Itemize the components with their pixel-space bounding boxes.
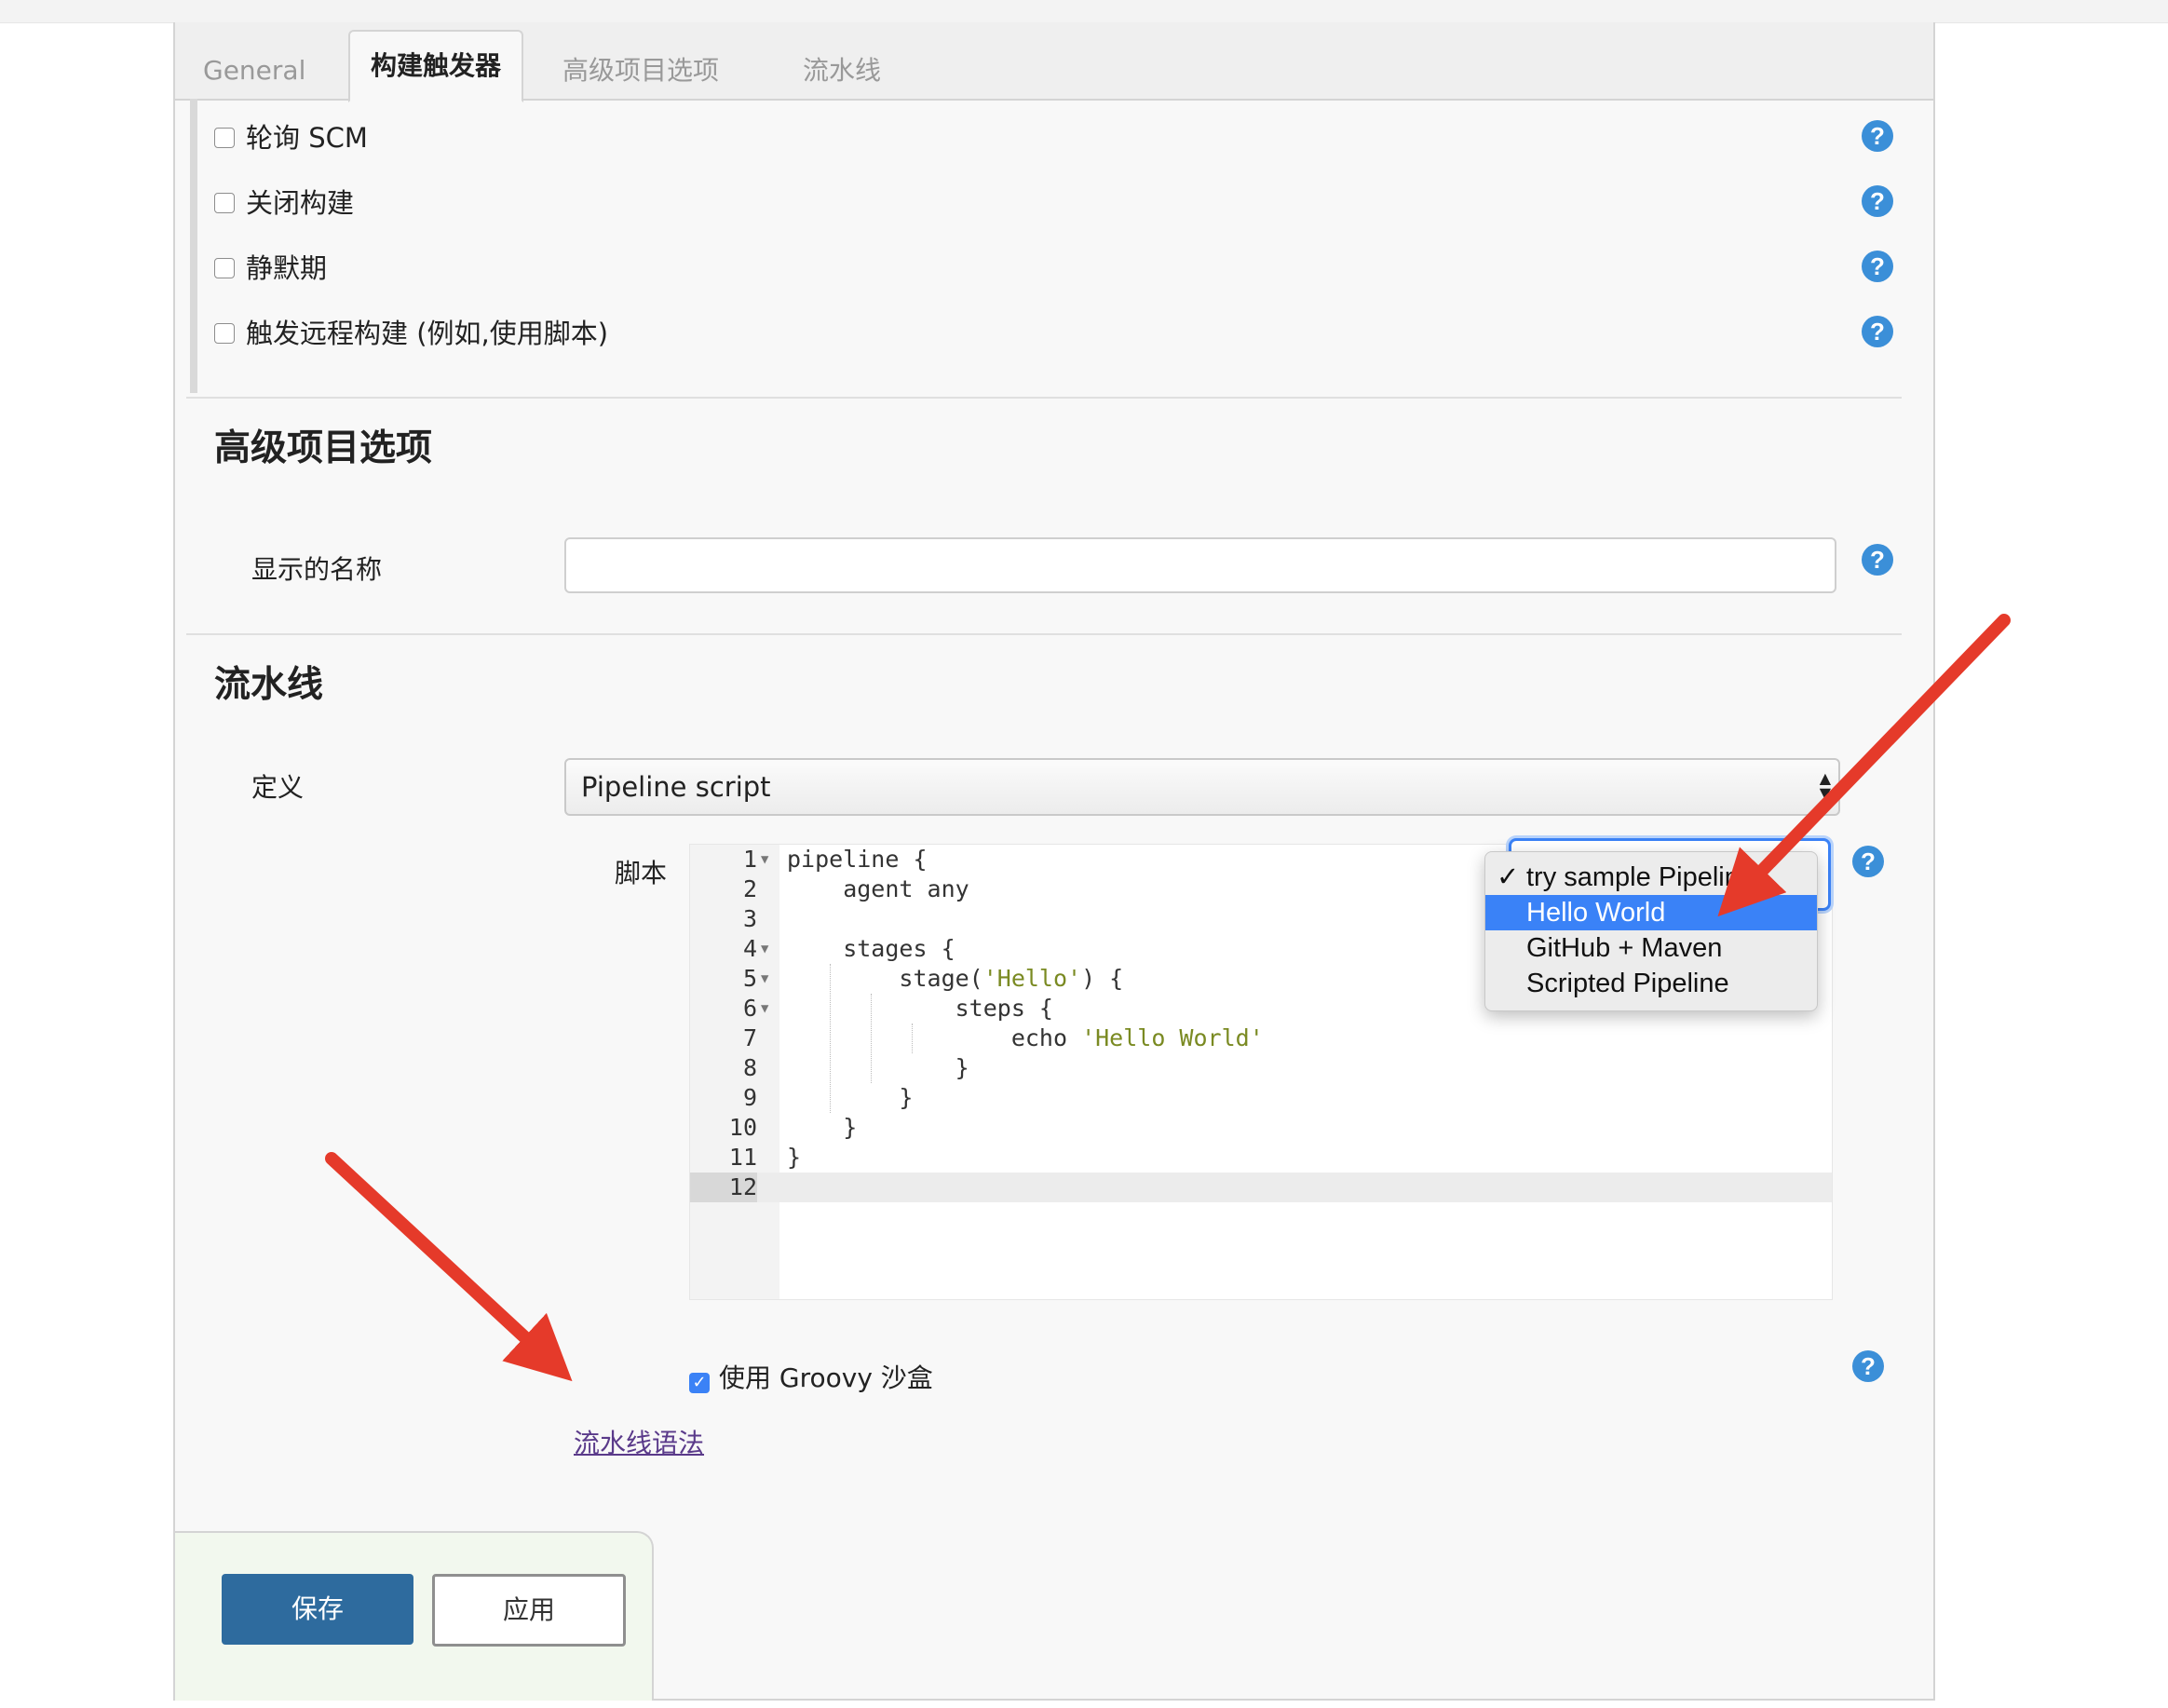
trigger-poll-scm[interactable]: 轮询 SCM [214,119,368,156]
checkbox[interactable] [214,128,235,148]
checkbox-checked-icon[interactable]: ✓ [689,1373,710,1393]
code-line: 8 } [690,1053,1832,1083]
line-number: 8 [742,1054,757,1081]
help-icon[interactable]: ? [1852,846,1884,877]
fold-toggle-icon[interactable]: ▼ [761,934,768,964]
fold-toggle-icon[interactable]: ▼ [761,964,768,994]
apply-button[interactable]: 应用 [432,1574,626,1647]
line-number: 7 [742,1024,757,1051]
trigger-quiet-period[interactable]: 静默期 [214,250,327,287]
line-number: 1 [742,846,757,873]
line-number: 10 [728,1114,757,1141]
trigger-label: 关闭构建 [246,187,355,219]
tab-general[interactable]: General [183,43,326,99]
help-icon[interactable]: ? [1862,185,1893,217]
section-title-pipeline: 流水线 [214,664,324,706]
trigger-label: 轮询 SCM [246,122,368,154]
code-line: 9 } [690,1083,1832,1113]
code-text: agent any [787,875,969,902]
divider [186,633,1902,635]
code-text: steps { [787,995,1053,1022]
tab-build-triggers[interactable]: 构建触发器 [348,30,524,102]
tab-bar: General 构建触发器 高级项目选项 流水线 [175,22,1933,102]
checkbox[interactable] [214,258,235,278]
code-line: 10 } [690,1113,1832,1143]
menu-item-github-maven[interactable]: GitHub + Maven [1485,930,1817,966]
definition-label: 定义 [251,772,305,803]
definition-select[interactable]: Pipeline script ▲ ▼ [564,758,1840,816]
save-button[interactable]: 保存 [222,1574,413,1645]
line-number: 11 [728,1144,757,1171]
code-text: } [787,1084,914,1111]
code-text: stage('Hello') { [787,965,1124,992]
select-arrows-icon: ▲ ▼ [1819,769,1831,802]
line-number: 12 [690,1173,757,1202]
code-line: 7 echo 'Hello World' [690,1023,1832,1053]
button-bar: 保存 应用 [175,1531,654,1701]
pipeline-syntax-link[interactable]: 流水线语法 [574,1423,704,1460]
groovy-sandbox-label: 使用 Groovy 沙盒 [719,1362,933,1393]
section-title-advanced: 高级项目选项 [214,427,433,469]
line-number: 6 [742,995,757,1022]
checkbox[interactable] [214,323,235,344]
trigger-remote-build[interactable]: 触发远程构建 (例如,使用脚本) [214,315,608,352]
line-number: 5 [742,965,757,992]
display-name-input[interactable] [564,537,1836,593]
sample-pipeline-menu: ✓ try sample Pipeline... Hello World Git… [1484,851,1818,1011]
code-line: 12 [690,1173,1832,1202]
script-label: 脚本 [615,858,668,888]
help-icon[interactable]: ? [1862,251,1893,282]
menu-item-scripted-pipeline[interactable]: Scripted Pipeline [1485,966,1817,1001]
display-name-label: 显示的名称 [251,554,383,585]
top-bar [0,0,2168,23]
trigger-label: 静默期 [246,252,328,284]
checkbox[interactable] [214,193,235,213]
code-text: } [787,1144,802,1171]
menu-item-try-sample[interactable]: ✓ try sample Pipeline... [1485,860,1817,895]
code-text: } [787,1054,969,1081]
definition-value: Pipeline script [581,771,771,803]
line-number: 9 [742,1084,757,1111]
line-number: 2 [742,875,757,902]
help-icon[interactable]: ? [1862,544,1893,576]
line-number: 4 [742,935,757,962]
checkmark-icon: ✓ [1497,862,1520,892]
tab-advanced-options[interactable]: 高级项目选项 [542,43,739,99]
code-text: echo 'Hello World' [787,1024,1264,1051]
menu-item-hello-world[interactable]: Hello World [1485,895,1817,930]
fold-toggle-icon[interactable]: ▼ [761,845,768,874]
fold-toggle-icon[interactable]: ▼ [761,994,768,1023]
line-number: 3 [742,905,757,932]
help-icon[interactable]: ? [1862,316,1893,347]
code-text: } [787,1114,858,1141]
trigger-section-bar [190,99,197,393]
trigger-disable-build[interactable]: 关闭构建 [214,184,354,222]
groovy-sandbox-option[interactable]: ✓ 使用 Groovy 沙盒 [689,1360,933,1397]
divider [186,397,1902,399]
help-icon[interactable]: ? [1852,1350,1884,1382]
tab-pipeline[interactable]: 流水线 [782,43,901,99]
help-icon[interactable]: ? [1862,120,1893,152]
trigger-label: 触发远程构建 (例如,使用脚本) [246,318,609,349]
code-line: 11} [690,1143,1832,1173]
code-text: pipeline { [787,846,928,873]
code-text: stages { [787,935,955,962]
